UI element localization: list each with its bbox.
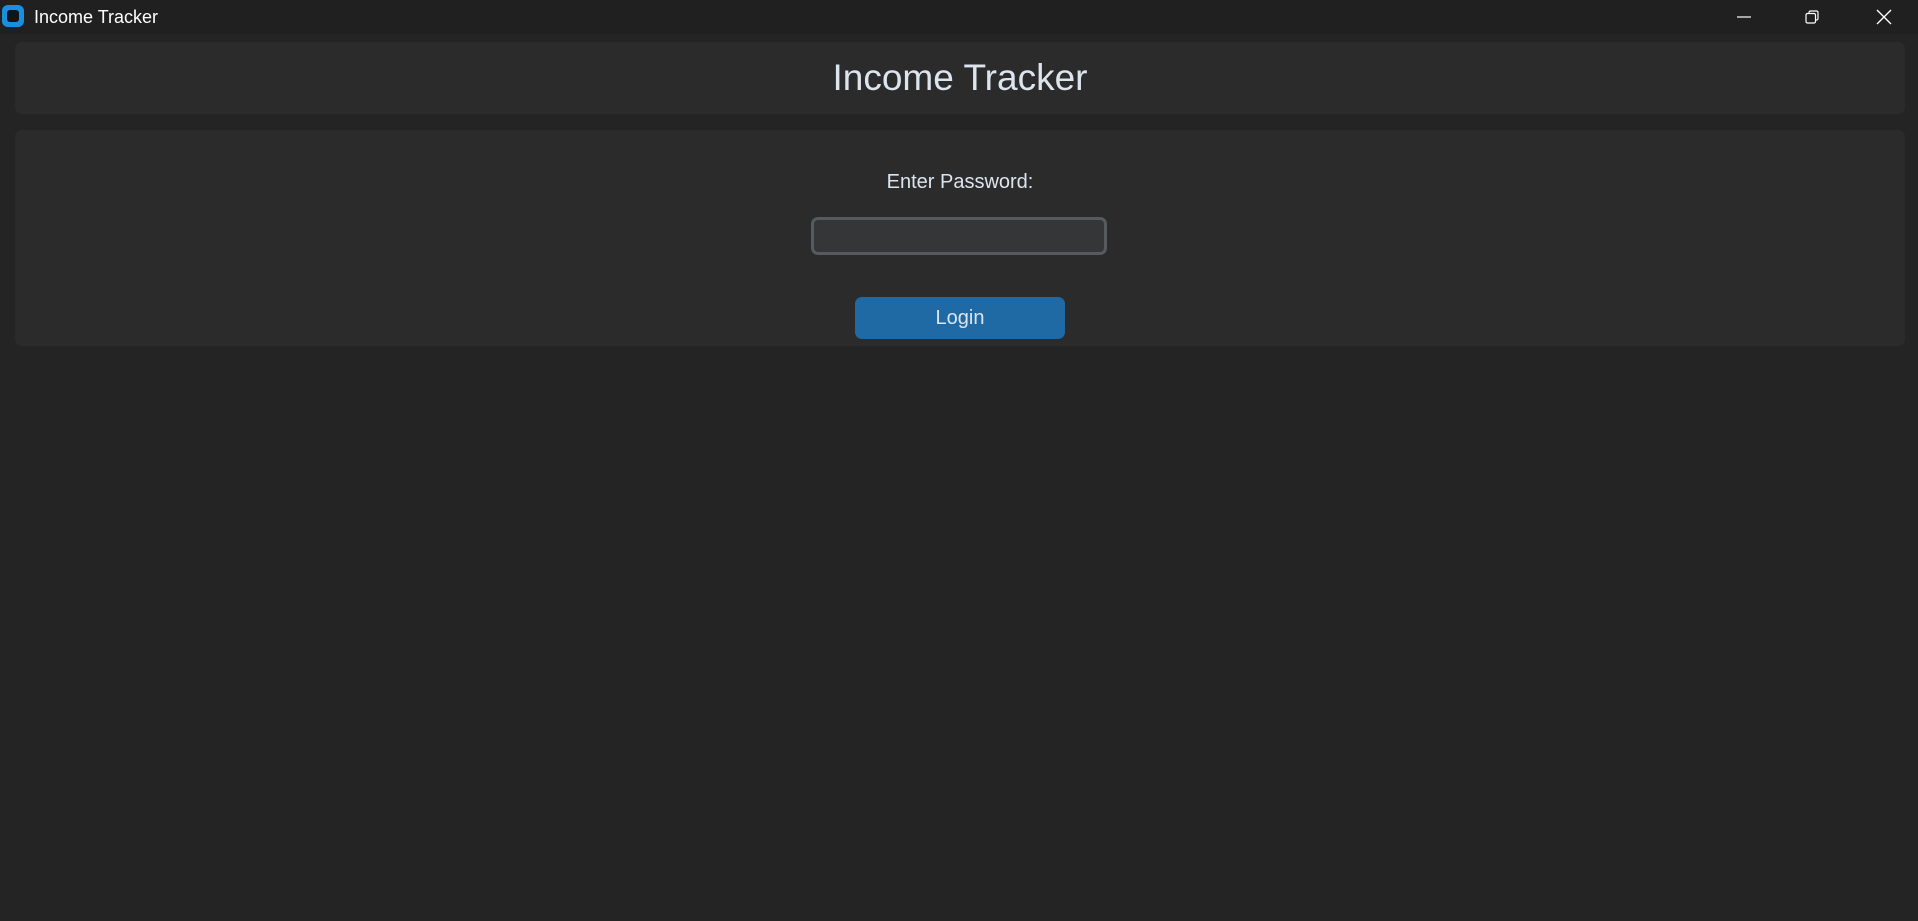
maximize-button[interactable] <box>1778 0 1846 34</box>
password-label: Enter Password: <box>886 171 1034 193</box>
minimize-icon <box>1737 16 1751 18</box>
login-panel: Enter Password: Login <box>15 130 1905 346</box>
page-title: Income Tracker <box>832 57 1088 98</box>
restore-icon <box>1805 10 1819 24</box>
minimize-button[interactable] <box>1710 0 1778 34</box>
header-panel: Income Tracker <box>15 42 1905 114</box>
password-input[interactable] <box>811 217 1107 255</box>
app-icon <box>2 5 24 27</box>
title-bar[interactable]: Income Tracker <box>0 0 1918 34</box>
login-button[interactable]: Login <box>855 297 1065 339</box>
window-title: Income Tracker <box>34 7 159 27</box>
close-button[interactable] <box>1850 0 1918 34</box>
app-window: Income Tracker Income Tracker Enter Pass… <box>0 0 1918 921</box>
close-icon <box>1876 9 1892 25</box>
